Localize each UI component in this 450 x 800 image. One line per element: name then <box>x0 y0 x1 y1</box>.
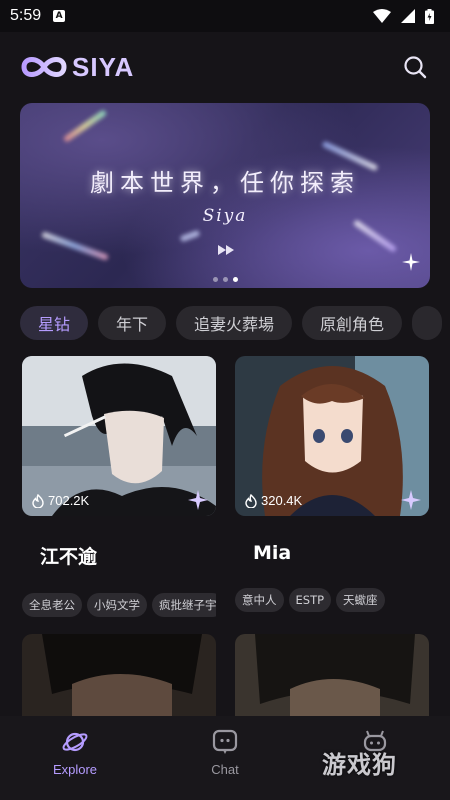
popularity-count: 702.2K <box>48 493 90 508</box>
chat-bubble-icon <box>212 729 238 754</box>
indicator-dot <box>212 277 218 282</box>
status-time: 5:59 <box>10 7 42 24</box>
tag-1[interactable]: 年下 <box>98 306 167 340</box>
character-tags: 意中人 ESTP 天蠍座 <box>235 588 429 612</box>
app-name: SIYA <box>72 51 135 82</box>
watermark-text: 游戏狗 <box>322 750 397 779</box>
popularity-stat: 702.2K <box>32 493 89 508</box>
character-image: 320.4K <box>235 356 429 516</box>
sparkle-icon[interactable] <box>401 490 421 510</box>
tag-2[interactable]: 追妻火葬場 <box>176 306 293 340</box>
tag-4-partial[interactable] <box>412 306 443 340</box>
tag-0[interactable]: 星钻 <box>20 306 89 340</box>
character-card[interactable]: 320.4K Mia 意中人 ESTP 天蠍座 <box>235 356 429 612</box>
nav-explore-label: Explore <box>52 762 98 777</box>
banner-indicator <box>20 277 430 282</box>
app-header: SIYA <box>0 32 450 102</box>
character-name: 江不逾 <box>40 546 98 568</box>
siya-infinity-logo-icon <box>21 57 67 77</box>
wifi-icon <box>373 9 391 23</box>
banner-title: 劇本世界，任你探索 <box>90 169 360 197</box>
fast-forward-icon <box>218 245 234 255</box>
nav-chat[interactable]: Chat <box>150 716 300 800</box>
character-card-partial[interactable] <box>235 634 429 716</box>
status-bar: 5:59 A <box>0 0 450 32</box>
watermark: 游戏狗 <box>322 740 440 784</box>
indicator-dot-active <box>232 277 238 282</box>
character-tag[interactable]: 疯批继子宇 <box>152 593 216 617</box>
character-tag[interactable]: 全息老公 <box>22 593 82 617</box>
character-card-partial[interactable] <box>22 634 216 716</box>
category-tabs: 星钻 年下 追妻火葬場 原創角色 <box>20 306 450 340</box>
sparkle-icon[interactable] <box>188 490 208 510</box>
banner-subtitle: Siya <box>202 206 248 226</box>
search-icon <box>404 56 427 79</box>
promo-banner[interactable]: 劇本世界，任你探索 Siya <box>20 103 430 288</box>
character-grid: 702.2K 江不逾 全息老公 小妈文学 疯批继子宇 320.4K Mia 意中… <box>20 356 430 716</box>
sparkle-decoration <box>402 253 420 271</box>
character-tag[interactable]: 小妈文学 <box>87 593 147 617</box>
flame-icon <box>245 493 257 508</box>
character-tag[interactable]: 天蠍座 <box>336 588 385 612</box>
character-name: Mia <box>253 542 292 564</box>
nav-chat-label: Chat <box>211 762 239 777</box>
flame-icon <box>32 493 44 508</box>
signal-icon <box>401 9 415 23</box>
character-tag[interactable]: 意中人 <box>235 588 284 612</box>
character-image: 702.2K <box>22 356 216 516</box>
app-logo[interactable]: SIYA <box>20 52 134 83</box>
tag-3[interactable]: 原創角色 <box>302 306 403 340</box>
search-button[interactable] <box>400 52 430 82</box>
popularity-stat: 320.4K <box>245 493 302 508</box>
notification-icon: A <box>53 10 66 22</box>
planet-icon <box>62 732 88 752</box>
popularity-count: 320.4K <box>261 493 303 508</box>
battery-icon <box>425 8 434 24</box>
character-tag[interactable]: ESTP <box>288 588 332 612</box>
character-tags: 全息老公 小妈文学 疯批继子宇 <box>22 593 216 617</box>
nav-explore[interactable]: Explore <box>0 716 150 800</box>
character-card[interactable]: 702.2K 江不逾 全息老公 小妈文学 疯批继子宇 <box>22 356 216 617</box>
indicator-dot <box>222 277 228 282</box>
